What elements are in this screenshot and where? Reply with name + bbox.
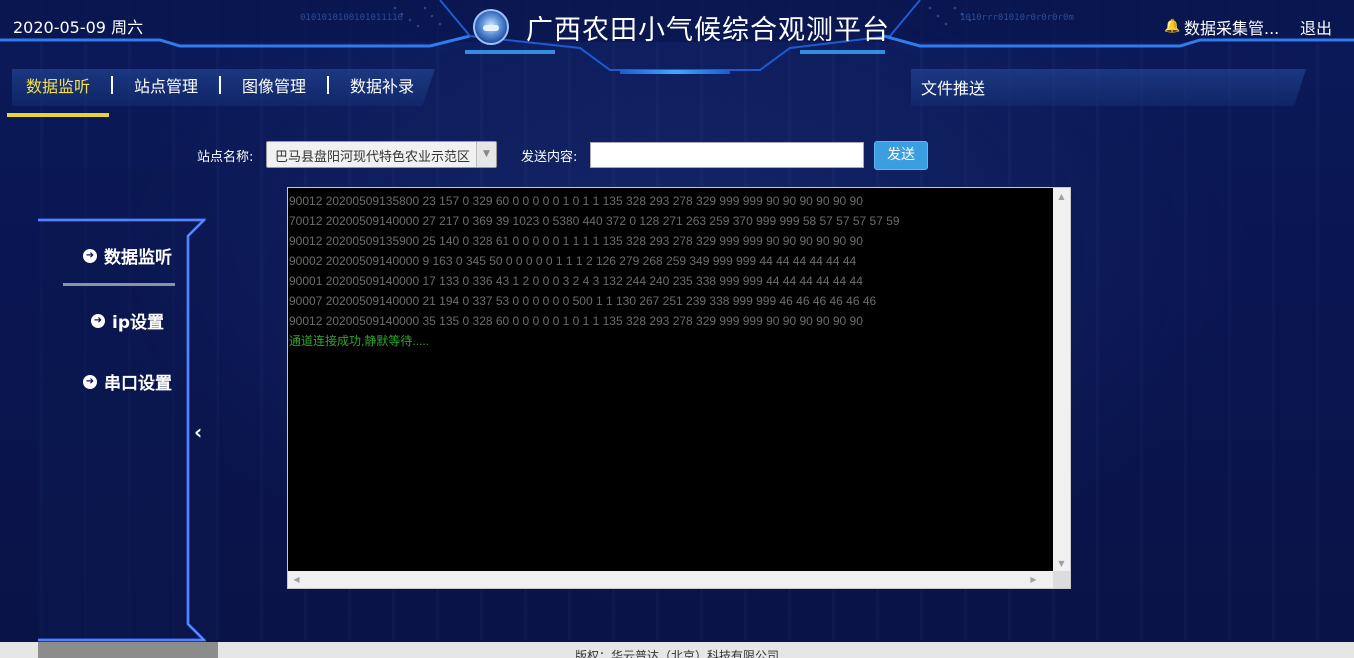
station-select[interactable]: 巴马县盘阳河现代特色农业示范区 ▼ [266, 141, 497, 168]
footer-copyright: 版权：华云普达（北京）科技有限公司 [574, 649, 779, 658]
station-label: 站点名称: [197, 150, 254, 165]
console-line: 90012 20200509135900 25 140 0 328 61 0 0… [289, 234, 863, 248]
sidebar-item-data-monitor[interactable]: ➜ 数据监听 [83, 243, 172, 268]
date-display: 2020-05-09 周六 [13, 18, 144, 37]
active-tab-indicator [7, 113, 109, 117]
footer-copyright-wrap: 版权：华云普达（北京）科技有限公司 [0, 647, 1354, 658]
chevron-down-icon: ▼ [476, 142, 496, 167]
scroll-right-icon[interactable]: ▶ [1025, 571, 1042, 588]
console-line: 90002 20200509140000 9 163 0 345 50 0 0 … [289, 254, 857, 268]
scroll-up-icon[interactable]: ▲ [1053, 188, 1070, 205]
main-nav: 数据监听 站点管理 图像管理 数据补录 [24, 73, 416, 97]
bell-icon: 🔔 [1164, 19, 1181, 34]
horizontal-scrollbar[interactable]: ◀ ▶ [288, 571, 1054, 588]
svg-text:1010rrr01010r0r0r0r0m: 1010rrr01010r0r0r0r0m [960, 13, 1074, 23]
send-content-input[interactable] [590, 142, 864, 168]
arrow-circle-right-icon: ➜ [91, 313, 105, 328]
sidebar-item-label: 数据监听 [104, 248, 172, 268]
user-label: 数据采集管... [1184, 19, 1280, 38]
collapse-sidebar-icon[interactable]: ‹ [194, 420, 202, 444]
nav-divider [327, 76, 330, 94]
nav-station-management[interactable]: 站点管理 [132, 73, 200, 97]
console-line: 90012 20200509135800 23 157 0 329 60 0 0… [289, 194, 863, 208]
platform-logo [473, 9, 509, 45]
scrollbar-corner [1053, 571, 1070, 588]
nav-divider [111, 76, 114, 94]
header: 0101010100101011110 1010rrr01010r0r0r0r0… [0, 0, 1354, 74]
svg-text:0101010100101011110: 0101010100101011110 [300, 13, 403, 23]
vertical-scrollbar[interactable]: ▲ ▼ [1053, 188, 1070, 572]
nav-data-backfill[interactable]: 数据补录 [348, 73, 416, 97]
console-status: 通道连接成功,静默等待..... [289, 334, 430, 348]
nav-divider [219, 76, 222, 94]
sidebar-frame [38, 218, 206, 642]
station-select-value: 巴马县盘阳河现代特色农业示范区 [275, 150, 471, 165]
user-menu[interactable]: 🔔 数据采集管... [1164, 15, 1279, 39]
nav-data-monitor[interactable]: 数据监听 [24, 73, 92, 97]
arrow-circle-right-icon: ➜ [83, 374, 97, 389]
nav-image-management[interactable]: 图像管理 [240, 73, 308, 97]
data-console[interactable]: 90012 20200509135800 23 157 0 329 60 0 0… [287, 187, 1071, 589]
nav-file-push[interactable]: 文件推送 [921, 75, 985, 99]
send-button[interactable]: 发送 [874, 141, 928, 170]
sidebar-item-ip-settings[interactable]: ➜ ip设置 [91, 308, 164, 333]
arrow-circle-right-icon: ➜ [83, 248, 97, 263]
logout-link[interactable]: 退出 [1300, 15, 1332, 39]
content-label: 发送内容: [521, 150, 578, 165]
console-line: 90001 20200509140000 17 133 0 336 43 1 2… [289, 274, 863, 288]
console-line: 90007 20200509140000 21 194 0 337 53 0 0… [289, 294, 877, 308]
scroll-left-icon[interactable]: ◀ [288, 571, 305, 588]
sidebar-item-label: 串口设置 [104, 374, 172, 394]
console-output: 90012 20200509135800 23 157 0 329 60 0 0… [289, 191, 1053, 571]
nav-file-push-bar: 文件推送 [911, 69, 1306, 106]
sidebar-divider [63, 283, 175, 286]
sidebar-item-label: ip设置 [112, 313, 164, 333]
console-line: 90012 20200509140000 35 135 0 328 60 0 0… [289, 314, 863, 328]
console-line: 70012 20200509140000 27 217 0 369 39 102… [289, 214, 900, 228]
page-title: 广西农田小气候综合观测平台 [526, 15, 890, 46]
sidebar-item-serial-settings[interactable]: ➜ 串口设置 [83, 369, 172, 394]
scroll-down-icon[interactable]: ▼ [1053, 555, 1070, 572]
